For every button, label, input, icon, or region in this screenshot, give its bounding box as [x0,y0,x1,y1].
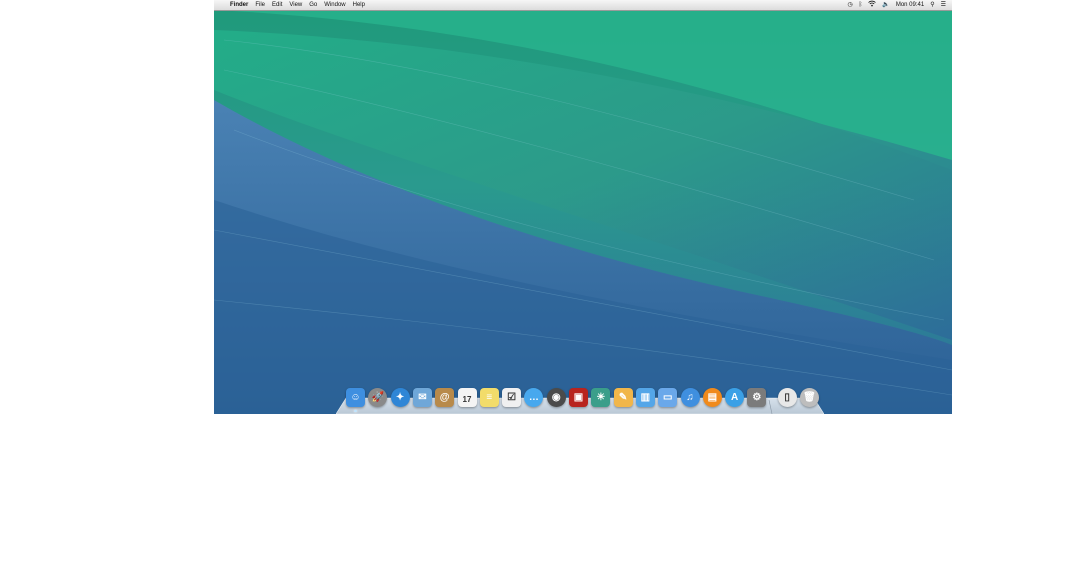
finder-glyph: ☺ [350,392,361,403]
calendar-glyph: 17 [462,395,472,404]
launchpad-glyph: 🚀 [371,392,385,403]
menu-view[interactable]: View [289,0,302,11]
facetime-glyph: ◉ [551,392,561,403]
messages-glyph: … [528,392,539,403]
dock-launchpad-icon[interactable]: 🚀 [368,388,388,407]
notes-glyph: ≡ [486,392,493,403]
menu-bar: Finder File Edit View Go Window Help ◷ ᛒ… [214,0,952,11]
menu-window[interactable]: Window [324,0,345,11]
dock-documents-stack-icon[interactable]: ▯ [777,388,797,407]
time-machine-icon[interactable]: ◷ [848,0,853,11]
dock-photo-booth-icon[interactable]: ▣ [569,388,588,407]
volume-icon[interactable]: 🔈 [882,0,889,11]
keynote-glyph: ▭ [662,392,673,403]
running-indicator [354,410,357,412]
reminders-glyph: ☑ [507,392,517,403]
dock-mail-icon[interactable]: ✉ [412,388,432,407]
safari-glyph: ✦ [395,392,405,403]
mail-glyph: ✉ [418,392,427,403]
notification-center-icon[interactable]: ☰ [941,0,946,11]
dock-ibooks-icon[interactable]: ▤ [702,388,722,407]
dock-iphoto-icon[interactable]: ☀ [591,388,611,407]
app-store-glyph: A [730,392,739,403]
numbers-glyph: ▥ [640,392,651,403]
photo-booth-glyph: ▣ [573,392,584,403]
desktop-screen: Finder File Edit View Go Window Help ◷ ᛒ… [214,0,952,414]
menu-file[interactable]: File [255,0,265,11]
spotlight-icon[interactable]: ⚲ [930,0,934,11]
dock-contacts-icon[interactable]: @ [435,388,455,407]
dock-trash-icon[interactable]: 🗑 [800,388,819,407]
documents-stack-glyph: ▯ [784,392,790,403]
app-menu-finder[interactable]: Finder [230,0,248,11]
dock: ☺ 🚀 ✦ ✉ @17 ≡ ☑ … ◉ ▣ ☀ ✎ ▥ ▭ ♫ ▤ A ⚙ ▯ 🗑 [336,384,824,414]
dock-calendar-icon[interactable]: 17 [457,388,477,407]
dock-safari-icon[interactable]: ✦ [390,388,410,407]
menu-help[interactable]: Help [353,0,365,11]
dock-facetime-icon[interactable]: ◉ [546,388,566,407]
wifi-icon[interactable] [868,0,877,11]
dock-notes-icon[interactable]: ≡ [479,388,499,407]
itunes-glyph: ♫ [686,392,694,403]
dock-itunes-icon[interactable]: ♫ [680,388,700,407]
dock-reminders-icon[interactable]: ☑ [502,388,522,407]
dock-app-store-icon[interactable]: A [725,388,745,407]
contacts-glyph: @ [439,392,450,403]
dock-pages-icon[interactable]: ✎ [613,388,633,407]
dock-messages-icon[interactable]: … [524,388,544,407]
ibooks-glyph: ▤ [707,392,718,403]
system-preferences-glyph: ⚙ [752,392,762,403]
trash-glyph: 🗑 [803,392,816,403]
bluetooth-icon[interactable]: ᛒ [859,0,863,11]
dock-finder-icon[interactable]: ☺ [346,388,365,412]
menu-clock[interactable]: Mon 09:41 [896,0,924,11]
dock-numbers-icon[interactable]: ▥ [635,388,655,407]
iphoto-glyph: ☀ [596,392,606,403]
menu-edit[interactable]: Edit [272,0,282,11]
pages-glyph: ✎ [618,392,628,403]
wallpaper-wave [214,0,952,414]
dock-keynote-icon[interactable]: ▭ [658,388,678,407]
menu-go[interactable]: Go [309,0,317,11]
dock-system-preferences-icon[interactable]: ⚙ [747,388,767,407]
